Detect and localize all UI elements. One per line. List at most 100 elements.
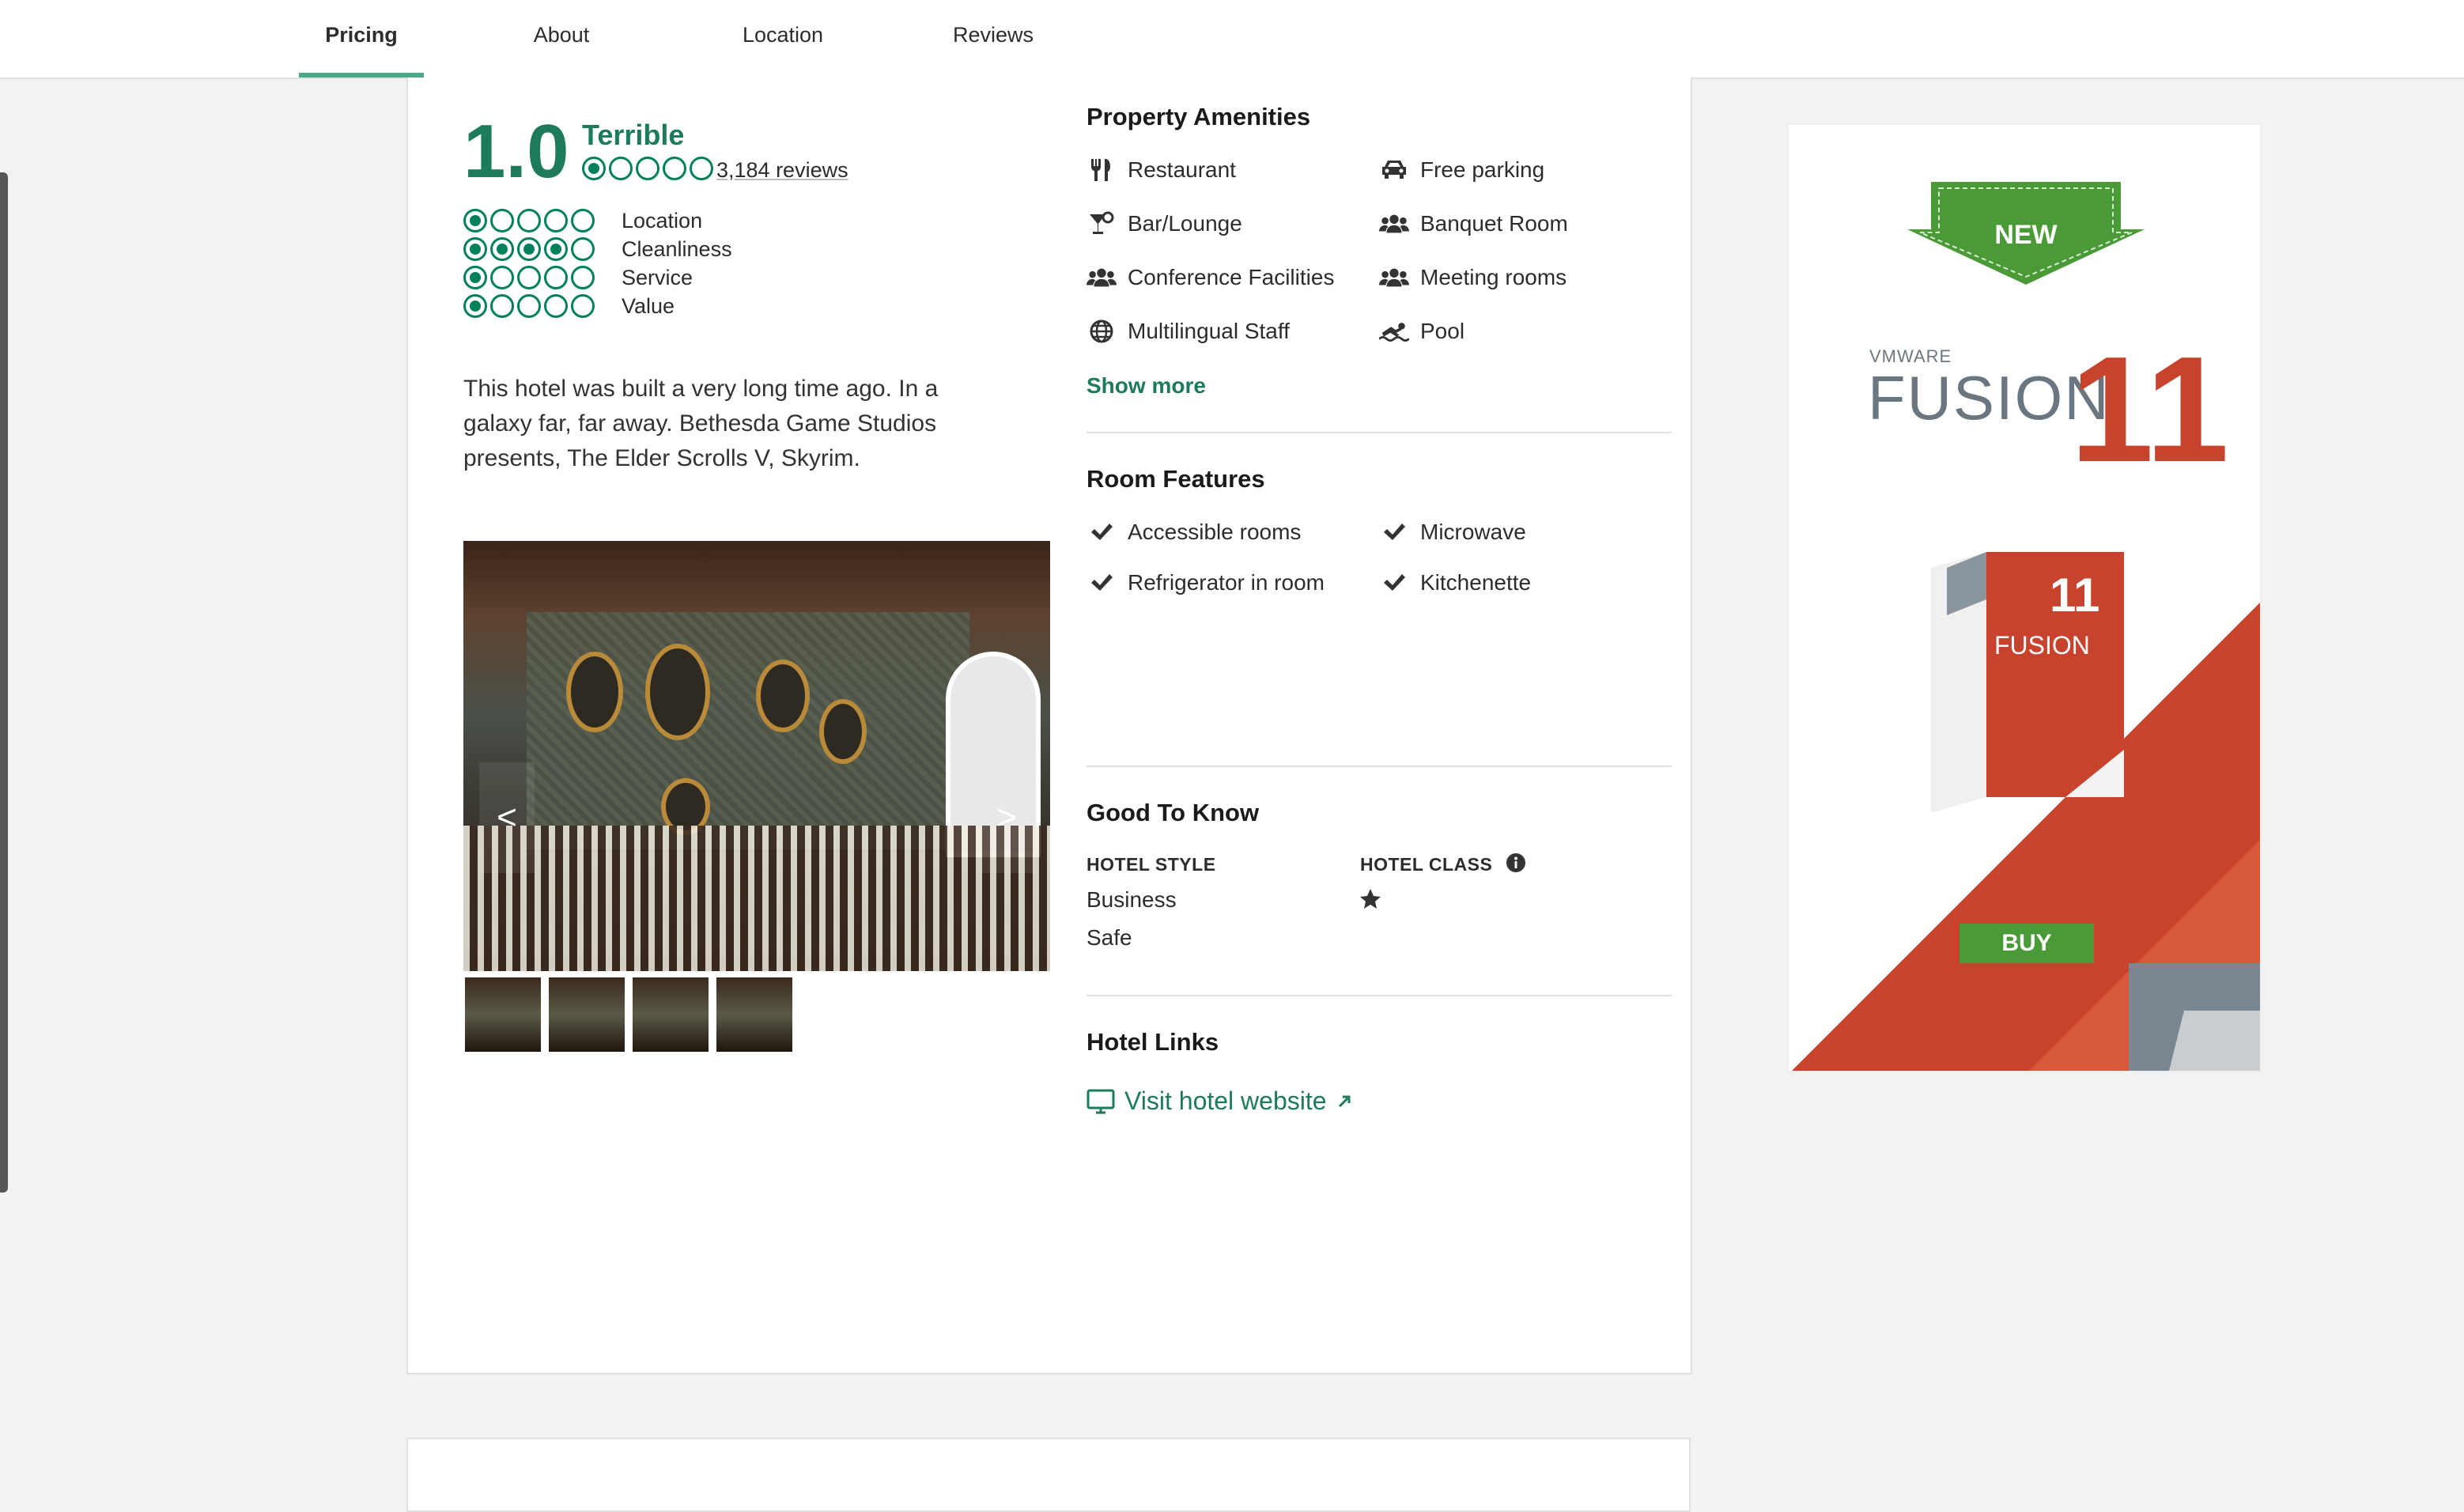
amenity-item: Meeting rooms <box>1379 263 1566 293</box>
tab-about[interactable]: About <box>506 0 617 77</box>
reviews-count-link[interactable]: 3,184 reviews <box>716 158 848 183</box>
divider <box>1087 765 1672 767</box>
tab-reviews[interactable]: Reviews <box>938 0 1049 77</box>
gallery-thumbnail[interactable] <box>715 976 794 1053</box>
gallery-prev-button[interactable]: < <box>479 762 535 873</box>
show-more-link[interactable]: Show more <box>1087 373 1206 399</box>
cocktail-icon <box>1087 209 1117 239</box>
room-feature-label: Microwave <box>1420 520 1526 544</box>
swimmer-icon <box>1379 316 1409 346</box>
divider <box>1087 995 1672 996</box>
next-card <box>406 1438 1691 1512</box>
bubble-empty <box>544 294 568 318</box>
amenity-item: Restaurant <box>1087 155 1236 185</box>
room-feature-item: Accessible rooms <box>1087 517 1301 547</box>
amenity-label: Conference Facilities <box>1128 265 1335 289</box>
buy-button[interactable]: BUY <box>1959 924 2094 963</box>
amenity-item: Conference Facilities <box>1087 263 1334 293</box>
tab-pricing[interactable]: Pricing <box>299 0 424 77</box>
room-feature-item: Microwave <box>1379 517 1526 547</box>
hotel-class-label: HOTEL CLASS <box>1360 854 1493 875</box>
amenity-item: Banquet Room <box>1379 209 1568 239</box>
amenity-label: Banquet Room <box>1420 211 1568 236</box>
globe-icon <box>1087 316 1117 346</box>
new-badge-text: NEW <box>1994 220 2058 250</box>
bubble-empty <box>571 209 595 232</box>
subrating-label: Location <box>622 209 703 232</box>
photo-frame <box>645 644 710 740</box>
tab-location[interactable]: Location <box>727 0 838 77</box>
overall-bubbles <box>582 157 713 180</box>
amenity-item: Free parking <box>1379 155 1544 185</box>
people-icon <box>1087 263 1117 293</box>
photo-frame <box>566 652 623 732</box>
bubble-empty <box>544 266 568 289</box>
bubble-empty <box>571 237 595 261</box>
amenity-label: Free parking <box>1420 157 1545 182</box>
advertisement-banner[interactable]: NEW VMWARE FUSION 11 11 FUSION BUY <box>1787 123 2262 1072</box>
people-icon <box>1379 209 1409 239</box>
divider <box>1087 432 1672 433</box>
photo-frame <box>756 660 810 732</box>
hotel-style-label: HOTEL STYLE <box>1087 854 1216 875</box>
rating-word: Terrible <box>582 119 685 151</box>
amenity-item: Multilingual Staff <box>1087 316 1290 346</box>
room-feature-item: Refrigerator in room <box>1087 568 1325 598</box>
hotel-style-value: Business <box>1087 887 1177 912</box>
amenity-label: Pool <box>1420 319 1465 343</box>
rating-score: 1.0 <box>463 109 569 194</box>
bubble-filled <box>544 237 568 261</box>
hotel-description: This hotel was built a very long time ag… <box>463 376 939 471</box>
bubble-filled <box>463 266 487 289</box>
amenity-label: Multilingual Staff <box>1128 319 1290 343</box>
photo-frame <box>819 699 867 764</box>
room-features-title: Room Features <box>1087 465 1265 493</box>
bubble-filled <box>463 209 487 232</box>
subrating-label: Cleanliness <box>622 237 732 261</box>
monitor-icon <box>1087 1089 1115 1114</box>
info-icon[interactable] <box>1506 852 1526 877</box>
bubble-empty <box>517 209 541 232</box>
good-to-know-title: Good To Know <box>1087 799 1260 826</box>
box-version: 11 <box>2050 569 2100 622</box>
gallery-next-button[interactable]: > <box>979 762 1034 873</box>
bubble-empty <box>690 157 713 180</box>
checkmark-icon <box>1379 517 1409 547</box>
gallery-thumbnail[interactable] <box>631 976 710 1053</box>
restaurant-icon <box>1087 155 1117 185</box>
amenity-label: Meeting rooms <box>1420 265 1567 289</box>
subrating-label: Value <box>622 294 675 318</box>
bubble-empty <box>571 266 595 289</box>
tab-label: Pricing <box>325 23 398 47</box>
bubble-empty <box>517 266 541 289</box>
photo-railing <box>463 826 1050 971</box>
subrating-label: Service <box>622 266 693 289</box>
bubble-filled <box>517 237 541 261</box>
room-feature-item: Kitchenette <box>1379 568 1531 598</box>
ad-version: 11 <box>2070 326 2229 493</box>
bubble-empty <box>544 209 568 232</box>
bubble-filled <box>582 157 606 180</box>
visit-website-link[interactable]: Visit hotel website <box>1087 1087 1352 1116</box>
amenities-title: Property Amenities <box>1087 103 1311 130</box>
star-icon <box>1359 887 1382 915</box>
gallery-thumbnail[interactable] <box>463 976 542 1053</box>
room-feature-label: Refrigerator in room <box>1128 570 1325 595</box>
box-brand: FUSION <box>1994 631 2090 660</box>
amenity-label: Bar/Lounge <box>1128 211 1242 236</box>
external-link-icon <box>1336 1094 1352 1109</box>
checkmark-icon <box>1087 517 1117 547</box>
side-drawer-handle[interactable] <box>0 172 8 1193</box>
active-tab-indicator <box>299 73 424 77</box>
hotel-photo[interactable]: < > <box>463 541 1050 971</box>
gallery-thumbnail[interactable] <box>547 976 626 1053</box>
car-icon <box>1379 155 1409 185</box>
bubble-empty <box>571 294 595 318</box>
amenity-item: Pool <box>1379 316 1464 346</box>
bubble-filled <box>490 237 514 261</box>
bubble-empty <box>517 294 541 318</box>
room-feature-label: Kitchenette <box>1420 570 1532 595</box>
hotel-style-value: Safe <box>1087 925 1132 950</box>
subrating-bubbles-value <box>463 294 595 318</box>
hotel-links-title: Hotel Links <box>1087 1028 1219 1056</box>
